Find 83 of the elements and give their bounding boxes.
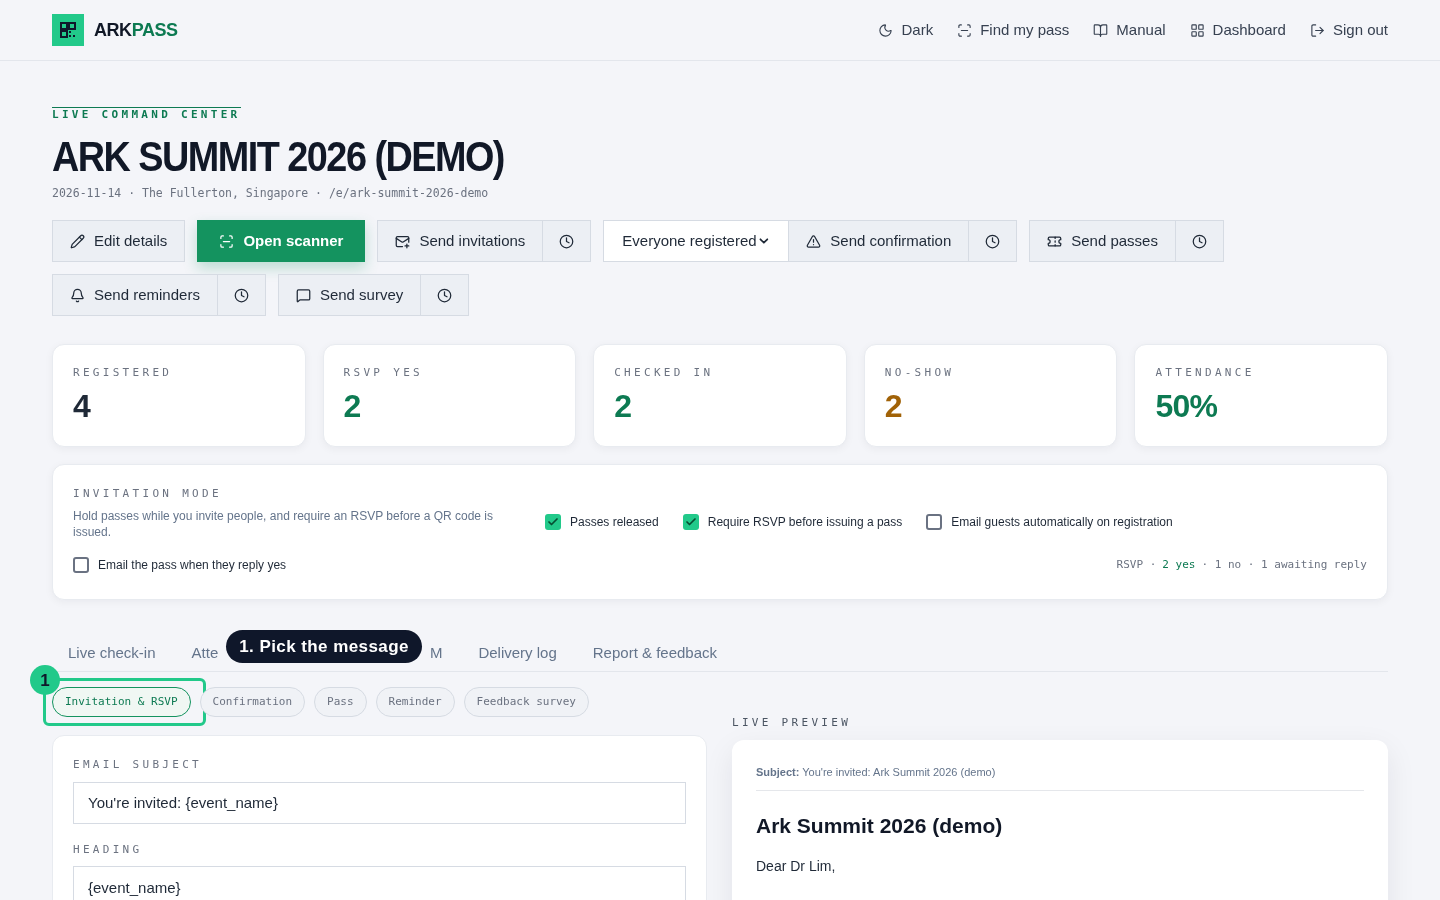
section-label: INVITATION MODE	[73, 486, 222, 503]
stat-value: 2	[884, 387, 902, 424]
checkbox[interactable]	[545, 514, 561, 530]
ticket-icon	[1047, 233, 1063, 249]
tour-tooltip: 1. Pick the message	[226, 630, 422, 664]
preview-subject: Subject: You're invited: Ark Summit 2026 (demo)	[756, 763, 1364, 792]
scanner-button[interactable]: Open scanner	[197, 220, 366, 263]
clock-icon	[437, 287, 453, 303]
action-button[interactable]: Send invitations	[377, 220, 544, 263]
checkbox[interactable]	[926, 514, 943, 530]
tab[interactable]: M	[429, 634, 443, 673]
tab[interactable]: Report & feedback	[592, 634, 718, 673]
action-button[interactable]: Send passes	[1029, 220, 1176, 263]
tour-step-badge: 1	[30, 665, 60, 696]
nav-link[interactable]: Dark	[878, 18, 934, 42]
option-label: Require RSVP before issuing a pass	[707, 514, 903, 531]
clock-icon	[233, 287, 249, 303]
action-button[interactable]: Send survey	[277, 274, 422, 317]
scan-icon	[219, 233, 235, 249]
text-field[interactable]: {event_name}	[73, 866, 686, 900]
grid-icon	[1189, 22, 1205, 38]
check-icon	[684, 516, 697, 528]
nav-link[interactable]: Dashboard	[1189, 18, 1286, 42]
message-type-chip[interactable]: Pass	[314, 687, 367, 718]
schedule-button[interactable]	[420, 274, 470, 317]
checkbox[interactable]	[682, 514, 699, 530]
rsvp-summary: RSVP · 2 yes · 1 no · 1 awaiting reply	[1116, 556, 1367, 573]
preview-body: Dear Dr Lim,	[756, 856, 836, 876]
message-type-chip[interactable]: Invitation & RSVP	[52, 687, 191, 718]
message-type-chip[interactable]: Reminder	[375, 687, 455, 718]
action-button[interactable]: Send confirmation	[788, 220, 970, 263]
schedule-button[interactable]	[542, 220, 592, 263]
tab[interactable]: Live check-in	[68, 634, 156, 673]
schedule-button[interactable]	[1174, 220, 1224, 263]
nav-link[interactable]: Sign out	[1309, 18, 1388, 42]
clock-icon	[1191, 233, 1207, 249]
check-icon	[547, 516, 559, 528]
stat-label: CHECKED IN	[614, 365, 714, 382]
audience-select[interactable]: Everyone registered	[603, 220, 790, 263]
option-label: Email the pass when they reply yes	[98, 556, 287, 574]
stat-value: 2	[343, 387, 361, 424]
action-button[interactable]: Edit details	[52, 220, 186, 263]
mail-icon	[395, 233, 411, 249]
moon-icon	[878, 22, 894, 38]
stat-value: 50%	[1155, 387, 1218, 424]
logout-icon	[1309, 22, 1325, 38]
text-field[interactable]: You're invited: {event_name}	[73, 781, 686, 824]
tab[interactable]: Delivery log	[478, 634, 557, 673]
preview-heading: Ark Summit 2026 (demo)	[756, 813, 1003, 840]
warning-icon	[806, 233, 822, 249]
message-type-chip[interactable]: Feedback survey	[463, 687, 589, 718]
bell-icon	[70, 287, 85, 303]
schedule-button[interactable]	[216, 274, 266, 317]
event-title: ARK SUMMIT 2026 (DEMO)	[52, 133, 504, 181]
scan-icon	[957, 22, 973, 38]
field-label: EMAIL SUBJECT	[73, 757, 202, 774]
option-label: Email guests automatically on registration	[951, 514, 1173, 531]
option-label: Passes released	[570, 514, 659, 531]
clock-icon	[985, 233, 1001, 249]
checkbox[interactable]	[73, 556, 89, 573]
event-meta: 2026-11-14 · The Fullerton, Singapore · /e/ark-summit-2026-demo	[52, 185, 489, 202]
brand-name: ARKPASS	[94, 18, 178, 42]
qr-logo-icon	[52, 14, 84, 46]
nav-link[interactable]: Manual	[1093, 18, 1166, 42]
eyebrow-label: LIVE COMMAND CENTER	[52, 107, 241, 122]
stat-label: RSVP YES	[343, 365, 423, 382]
book-icon	[1093, 22, 1109, 38]
stat-label: NO-SHOW	[884, 365, 955, 382]
tab[interactable]: Atte	[191, 634, 219, 673]
message-type-chip[interactable]: Confirmation	[199, 687, 306, 718]
field-label: HEADING	[73, 841, 143, 858]
nav-link[interactable]: Find my pass	[957, 18, 1070, 42]
section-description: Hold passes while you invite people, and require an RSVP before a QR code is issued.	[73, 507, 495, 540]
preview-label: LIVE PREVIEW	[732, 715, 852, 732]
stat-value: 4	[73, 387, 90, 424]
message-icon	[295, 287, 311, 303]
stat-label: REGISTERED	[73, 365, 173, 382]
stat-label: ATTENDANCE	[1155, 365, 1255, 382]
stat-value: 2	[614, 387, 632, 424]
clock-icon	[559, 233, 575, 249]
schedule-button[interactable]	[968, 220, 1018, 263]
action-button[interactable]: Send reminders	[52, 274, 218, 317]
pencil-icon	[70, 233, 85, 249]
